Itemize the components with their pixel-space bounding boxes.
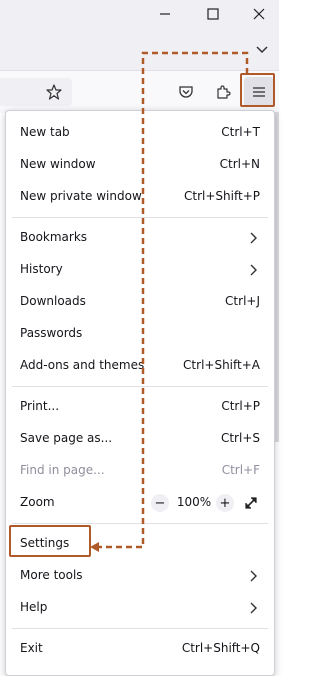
arrowhead xyxy=(90,542,99,552)
annotation-arrow xyxy=(90,51,249,552)
